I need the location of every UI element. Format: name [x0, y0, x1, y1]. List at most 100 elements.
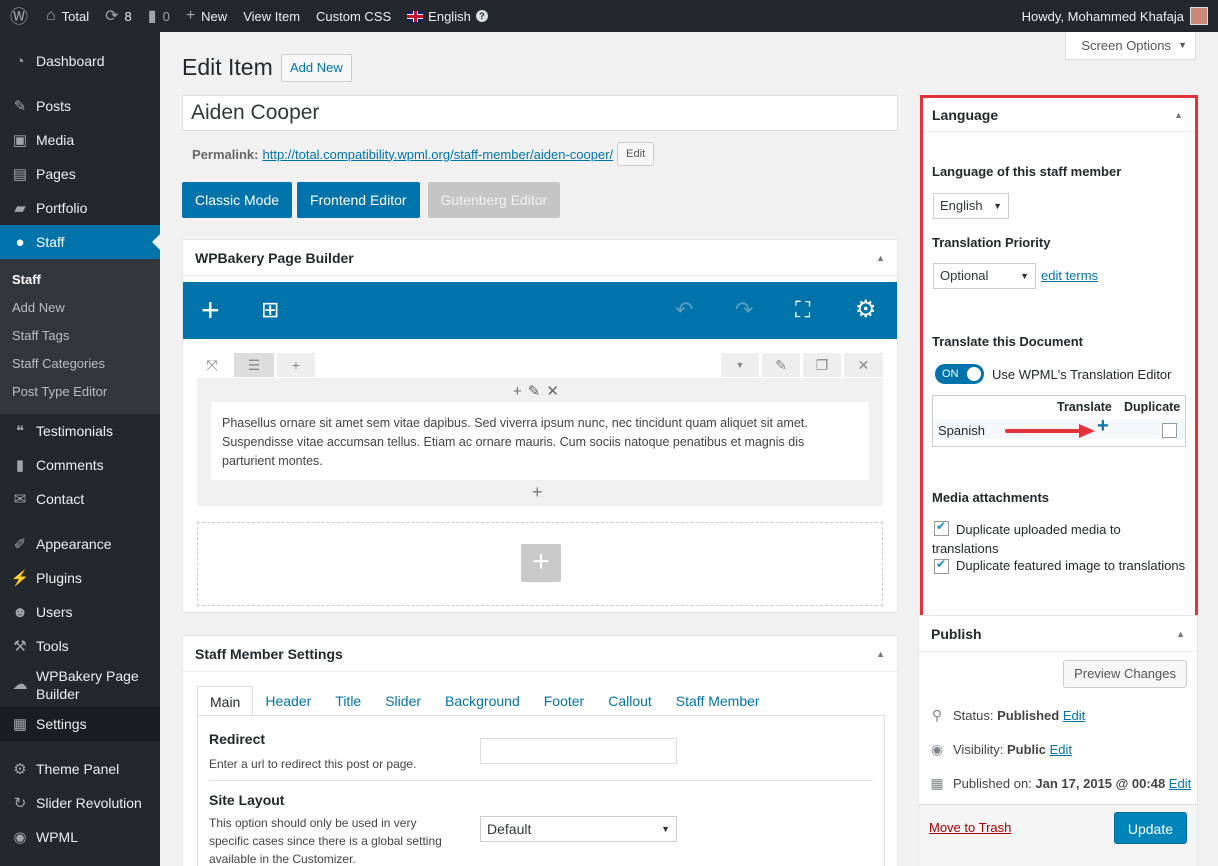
- tab-title[interactable]: Title: [323, 686, 373, 716]
- submenu-staff-categories[interactable]: Staff Categories: [0, 350, 160, 378]
- sidebar-item-theme-panel[interactable]: ⚙ Theme Panel: [0, 752, 160, 786]
- row-delete-icon[interactable]: ✕: [844, 353, 883, 377]
- eye-icon: ◉: [930, 741, 944, 757]
- submenu-staff[interactable]: Staff: [0, 266, 160, 294]
- preview-changes-button[interactable]: Preview Changes: [1063, 660, 1187, 688]
- language-switcher[interactable]: English?: [399, 0, 496, 32]
- toggle-label: Use WPML's Translation Editor: [992, 367, 1172, 382]
- sidebar-item-portfolio[interactable]: ▰ Portfolio: [0, 191, 160, 225]
- sidebar-item-testimonials[interactable]: ❝ Testimonials: [0, 414, 160, 448]
- add-to-column-icon[interactable]: +: [532, 482, 543, 503]
- tab-footer[interactable]: Footer: [532, 686, 596, 716]
- row-expand-icon[interactable]: ⤧: [197, 353, 227, 377]
- custom-css-link[interactable]: Custom CSS: [308, 0, 399, 32]
- wpbakery-box-header[interactable]: WPBakery Page Builder ▲: [183, 240, 897, 276]
- comments-link[interactable]: ▮ 0: [140, 0, 178, 32]
- staff-settings-header[interactable]: Staff Member Settings ▲: [183, 636, 897, 672]
- sidebar-item-tools[interactable]: ⚒ Tools: [0, 629, 160, 663]
- column-controls-icon[interactable]: +✎✕: [513, 382, 565, 400]
- update-button[interactable]: Update: [1113, 812, 1187, 844]
- text-block[interactable]: Phasellus ornare sit amet sem vitae dapi…: [211, 402, 869, 480]
- row-clone-icon[interactable]: ❐: [803, 353, 841, 377]
- gutenberg-editor-button[interactable]: Gutenberg Editor: [427, 182, 561, 218]
- sidebar-item-wpml[interactable]: ◉ WPML: [0, 820, 160, 854]
- row-add-column-icon[interactable]: +: [277, 353, 315, 377]
- duplicate-featured-checkbox[interactable]: [934, 557, 949, 574]
- row-toggle-icon[interactable]: ▼: [721, 353, 759, 377]
- avatar: [1190, 7, 1208, 25]
- permalink-link[interactable]: http://total.compatibility.wpml.org/staf…: [262, 147, 613, 162]
- submenu-add-new[interactable]: Add New: [0, 294, 160, 322]
- translation-editor-toggle[interactable]: ON: [935, 364, 984, 384]
- row-drag-handle-icon[interactable]: ☰: [234, 353, 274, 377]
- classic-mode-button[interactable]: Classic Mode: [182, 182, 293, 218]
- edit-terms-link[interactable]: edit terms: [1041, 268, 1098, 283]
- new-content-link[interactable]: + New: [178, 0, 235, 32]
- collapse-arrow-icon[interactable]: ▲: [1174, 98, 1183, 132]
- status-edit-link[interactable]: Edit: [1063, 708, 1085, 723]
- sidebar-item-appearance[interactable]: ✐ Appearance: [0, 527, 160, 561]
- sidebar-item-users[interactable]: ☻ Users: [0, 595, 160, 629]
- frontend-editor-button[interactable]: Frontend Editor: [297, 182, 420, 218]
- fullscreen-icon[interactable]: ⛶: [795, 296, 810, 324]
- translate-plus-icon[interactable]: +: [1097, 415, 1109, 438]
- post-title-input[interactable]: Aiden Cooper: [182, 95, 898, 131]
- add-element-icon[interactable]: +: [201, 294, 220, 326]
- sidebar-item-plugins[interactable]: ⚡ Plugins: [0, 561, 160, 595]
- submenu-post-type-editor[interactable]: Post Type Editor: [0, 378, 160, 406]
- editor-mode-buttons: Classic Mode Frontend Editor Gutenberg E…: [182, 182, 565, 218]
- sidebar-item-pages[interactable]: ▤ Pages: [0, 157, 160, 191]
- chevron-down-icon: ▼: [993, 201, 1002, 211]
- sidebar-item-comments[interactable]: ▮ Comments: [0, 448, 160, 482]
- view-item-link[interactable]: View Item: [235, 0, 308, 32]
- edit-permalink-button[interactable]: Edit: [617, 142, 655, 166]
- duplicate-checkbox[interactable]: [1162, 423, 1177, 438]
- priority-select[interactable]: Optional ▼: [933, 263, 1036, 289]
- templates-icon[interactable]: ⊞: [261, 296, 279, 324]
- submenu-staff-tags[interactable]: Staff Tags: [0, 322, 160, 350]
- screen-options-button[interactable]: Screen Options: [1065, 32, 1196, 60]
- tab-header[interactable]: Header: [253, 686, 323, 716]
- sidebar-item-wpbakery[interactable]: ☁ WPBakery Page Builder: [0, 663, 160, 707]
- row-edit-icon[interactable]: ✎: [762, 353, 800, 377]
- updates-link[interactable]: ⟳ 8: [97, 0, 140, 32]
- visibility-edit-link[interactable]: Edit: [1050, 742, 1072, 757]
- tab-background[interactable]: Background: [433, 686, 532, 716]
- add-element-plus-icon[interactable]: +: [521, 544, 561, 582]
- undo-icon[interactable]: ↶: [675, 296, 693, 324]
- tab-staff-member[interactable]: Staff Member: [664, 686, 772, 716]
- home-icon: ⌂: [46, 7, 56, 24]
- sidebar-item-staff[interactable]: ● Staff: [0, 225, 160, 259]
- user-account-menu[interactable]: Howdy, Mohammed Khafaja: [1022, 0, 1208, 32]
- redo-icon[interactable]: ↷: [735, 296, 753, 324]
- add-new-button[interactable]: Add New: [281, 54, 352, 82]
- settings-gear-icon[interactable]: ⚙: [855, 296, 877, 324]
- permalink: Permalink: http://total.compatibility.wp…: [192, 142, 655, 166]
- move-to-trash-link[interactable]: Move to Trash: [929, 820, 1011, 835]
- language-box-header[interactable]: Language ▲: [923, 98, 1195, 132]
- add-element-area[interactable]: +: [197, 522, 883, 606]
- tab-slider[interactable]: Slider: [373, 686, 433, 716]
- tab-main[interactable]: Main: [197, 686, 254, 716]
- sidebar-item-settings[interactable]: ▦ Settings: [0, 707, 160, 741]
- site-layout-select[interactable]: Default ▼: [480, 816, 677, 842]
- wordpress-logo-icon[interactable]: Ⓦ: [0, 0, 38, 32]
- sidebar-item-posts[interactable]: ✎ Posts: [0, 89, 160, 123]
- translations-table: Translate Duplicate Spanish +: [932, 395, 1186, 447]
- publish-box-header[interactable]: Publish ▲: [919, 616, 1197, 652]
- pages-icon: ▤: [12, 166, 28, 183]
- collapse-arrow-icon[interactable]: ▲: [1176, 616, 1185, 652]
- tab-callout[interactable]: Callout: [596, 686, 664, 716]
- staff-submenu: Staff Add New Staff Tags Staff Categorie…: [0, 259, 160, 414]
- sidebar-item-dashboard[interactable]: ◔ Dashboard: [0, 44, 160, 78]
- date-edit-link[interactable]: Edit: [1169, 776, 1191, 791]
- language-select[interactable]: English ▼: [933, 193, 1009, 219]
- collapse-arrow-icon[interactable]: ▲: [876, 240, 885, 276]
- redirect-input[interactable]: [480, 738, 677, 764]
- sidebar-item-contact[interactable]: ✉ Contact: [0, 482, 160, 516]
- site-name-link[interactable]: ⌂ Total: [38, 0, 97, 32]
- collapse-arrow-icon[interactable]: ▲: [876, 636, 885, 672]
- sidebar-item-media[interactable]: ▣ Media: [0, 123, 160, 157]
- gear-icon: ⚙: [13, 761, 27, 778]
- sidebar-item-slider-revolution[interactable]: ↻ Slider Revolution: [0, 786, 160, 820]
